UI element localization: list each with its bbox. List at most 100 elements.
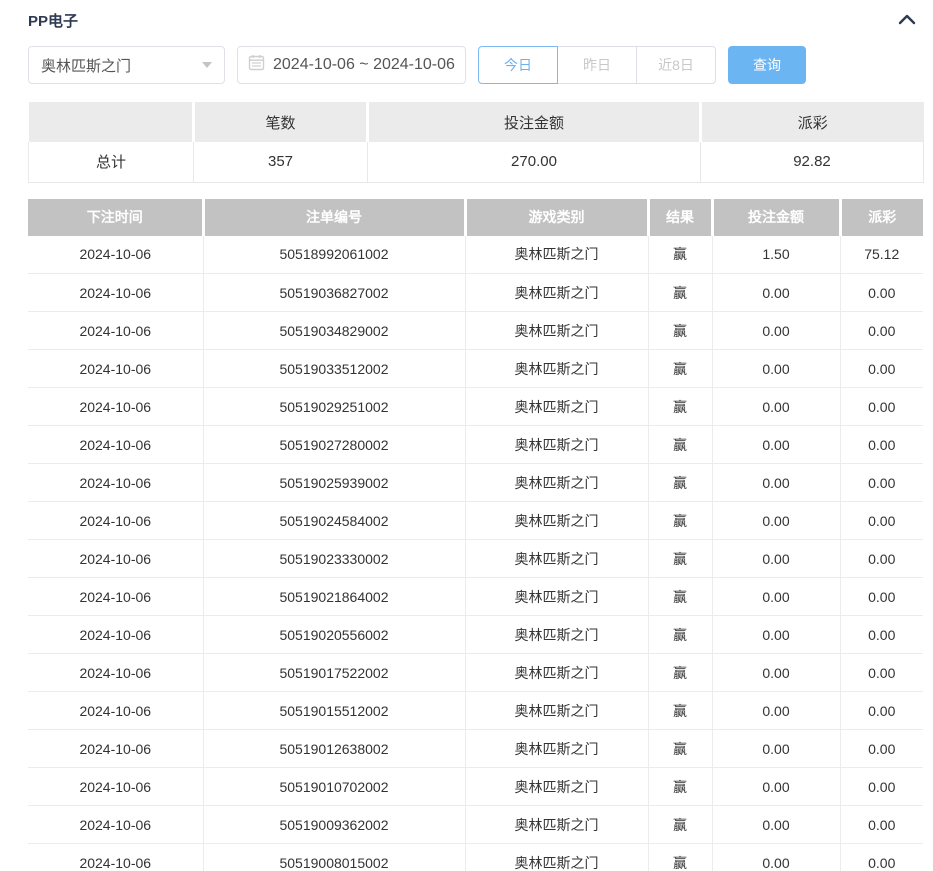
cell-bet-amount: 0.00 xyxy=(712,806,840,844)
caret-down-icon xyxy=(202,62,212,68)
cell-bet-time: 2024-10-06 xyxy=(28,806,203,844)
cell-bet-amount: 0.00 xyxy=(712,768,840,806)
query-button[interactable]: 查询 xyxy=(728,46,806,84)
cell-bet-id: 50519024584002 xyxy=(203,502,465,540)
cell-bet-amount: 0.00 xyxy=(712,274,840,312)
cell-payout: 75.12 xyxy=(840,236,923,274)
cell-game-type: 奥林匹斯之门 xyxy=(465,464,648,502)
cell-bet-amount: 0.00 xyxy=(712,312,840,350)
cell-bet-id: 50519012638002 xyxy=(203,730,465,768)
cell-bet-time: 2024-10-06 xyxy=(28,312,203,350)
cell-bet-id: 50519036827002 xyxy=(203,274,465,312)
date-range-input[interactable]: 2024-10-06 ~ 2024-10-06 xyxy=(237,46,466,84)
game-select[interactable]: 奥林匹斯之门 xyxy=(28,46,225,84)
cell-bet-id: 50519010702002 xyxy=(203,768,465,806)
quick-date-button-group: 今日 昨日 近8日 xyxy=(478,46,716,84)
summary-total-count: 357 xyxy=(194,142,368,182)
cell-payout: 0.00 xyxy=(840,692,923,730)
cell-result: 赢 xyxy=(648,806,712,844)
col-header-game-type: 游戏类别 xyxy=(465,199,648,236)
cell-bet-amount: 0.00 xyxy=(712,616,840,654)
cell-result: 赢 xyxy=(648,692,712,730)
cell-bet-id: 50519017522002 xyxy=(203,654,465,692)
cell-result: 赢 xyxy=(648,616,712,654)
summary-header-row: 笔数 投注金额 派彩 xyxy=(29,102,924,142)
table-row: 2024-10-0650519033512002奥林匹斯之门赢0.000.00 xyxy=(28,350,923,388)
cell-game-type: 奥林匹斯之门 xyxy=(465,540,648,578)
cell-bet-id: 50519034829002 xyxy=(203,312,465,350)
cell-bet-time: 2024-10-06 xyxy=(28,768,203,806)
cell-game-type: 奥林匹斯之门 xyxy=(465,312,648,350)
cell-result: 赢 xyxy=(648,844,712,871)
cell-game-type: 奥林匹斯之门 xyxy=(465,654,648,692)
cell-bet-time: 2024-10-06 xyxy=(28,844,203,871)
cell-result: 赢 xyxy=(648,730,712,768)
cell-bet-time: 2024-10-06 xyxy=(28,540,203,578)
cell-bet-time: 2024-10-06 xyxy=(28,388,203,426)
cell-bet-time: 2024-10-06 xyxy=(28,274,203,312)
cell-bet-id: 50519008015002 xyxy=(203,844,465,871)
pp-games-panel: PP电子 奥林匹斯之门 xyxy=(0,0,933,871)
table-row: 2024-10-0650519024584002奥林匹斯之门赢0.000.00 xyxy=(28,502,923,540)
cell-game-type: 奥林匹斯之门 xyxy=(465,806,648,844)
table-row: 2024-10-0650519012638002奥林匹斯之门赢0.000.00 xyxy=(28,730,923,768)
col-header-bet-id: 注单编号 xyxy=(203,199,465,236)
cell-bet-time: 2024-10-06 xyxy=(28,350,203,388)
cell-game-type: 奥林匹斯之门 xyxy=(465,768,648,806)
cell-bet-amount: 0.00 xyxy=(712,350,840,388)
cell-bet-id: 50519009362002 xyxy=(203,806,465,844)
cell-game-type: 奥林匹斯之门 xyxy=(465,350,648,388)
last8days-button[interactable]: 近8日 xyxy=(636,46,716,84)
cell-bet-time: 2024-10-06 xyxy=(28,578,203,616)
cell-result: 赢 xyxy=(648,350,712,388)
cell-game-type: 奥林匹斯之门 xyxy=(465,578,648,616)
cell-bet-amount: 0.00 xyxy=(712,654,840,692)
cell-bet-time: 2024-10-06 xyxy=(28,692,203,730)
summary-header-bet: 投注金额 xyxy=(368,102,701,142)
game-select-value: 奥林匹斯之门 xyxy=(41,55,131,76)
cell-result: 赢 xyxy=(648,388,712,426)
cell-bet-amount: 0.00 xyxy=(712,578,840,616)
cell-result: 赢 xyxy=(648,654,712,692)
today-button[interactable]: 今日 xyxy=(478,46,558,84)
cell-result: 赢 xyxy=(648,502,712,540)
cell-bet-time: 2024-10-06 xyxy=(28,464,203,502)
cell-payout: 0.00 xyxy=(840,844,923,871)
summary-header-empty xyxy=(29,102,194,142)
cell-game-type: 奥林匹斯之门 xyxy=(465,502,648,540)
cell-result: 赢 xyxy=(648,274,712,312)
col-header-bet-amount: 投注金额 xyxy=(712,199,840,236)
table-row: 2024-10-0650519036827002奥林匹斯之门赢0.000.00 xyxy=(28,274,923,312)
cell-result: 赢 xyxy=(648,768,712,806)
cell-bet-amount: 0.00 xyxy=(712,540,840,578)
table-row: 2024-10-0650519015512002奥林匹斯之门赢0.000.00 xyxy=(28,692,923,730)
cell-payout: 0.00 xyxy=(840,654,923,692)
table-row: 2024-10-0650519021864002奥林匹斯之门赢0.000.00 xyxy=(28,578,923,616)
col-header-payout: 派彩 xyxy=(840,199,923,236)
summary-header-payout: 派彩 xyxy=(701,102,924,142)
cell-bet-id: 50519021864002 xyxy=(203,578,465,616)
bet-records-table: 下注时间 注单编号 游戏类别 结果 投注金额 派彩 2024-10-065051… xyxy=(28,199,923,871)
cell-payout: 0.00 xyxy=(840,540,923,578)
cell-bet-amount: 0.00 xyxy=(712,692,840,730)
cell-bet-time: 2024-10-06 xyxy=(28,426,203,464)
col-header-result: 结果 xyxy=(648,199,712,236)
chevron-up-icon xyxy=(897,14,917,29)
cell-bet-id: 50519029251002 xyxy=(203,388,465,426)
yesterday-button[interactable]: 昨日 xyxy=(557,46,637,84)
date-range-value: 2024-10-06 ~ 2024-10-06 xyxy=(273,56,455,74)
summary-total-label: 总计 xyxy=(29,142,194,182)
table-row: 2024-10-0650519017522002奥林匹斯之门赢0.000.00 xyxy=(28,654,923,692)
cell-bet-id: 50519025939002 xyxy=(203,464,465,502)
page-title: PP电子 xyxy=(28,10,78,31)
cell-payout: 0.00 xyxy=(840,274,923,312)
cell-payout: 0.00 xyxy=(840,616,923,654)
cell-game-type: 奥林匹斯之门 xyxy=(465,844,648,871)
table-row: 2024-10-0650519029251002奥林匹斯之门赢0.000.00 xyxy=(28,388,923,426)
collapse-button[interactable] xyxy=(891,10,923,31)
cell-game-type: 奥林匹斯之门 xyxy=(465,426,648,464)
cell-game-type: 奥林匹斯之门 xyxy=(465,388,648,426)
cell-bet-amount: 0.00 xyxy=(712,502,840,540)
cell-game-type: 奥林匹斯之门 xyxy=(465,616,648,654)
col-header-bet-time: 下注时间 xyxy=(28,199,203,236)
